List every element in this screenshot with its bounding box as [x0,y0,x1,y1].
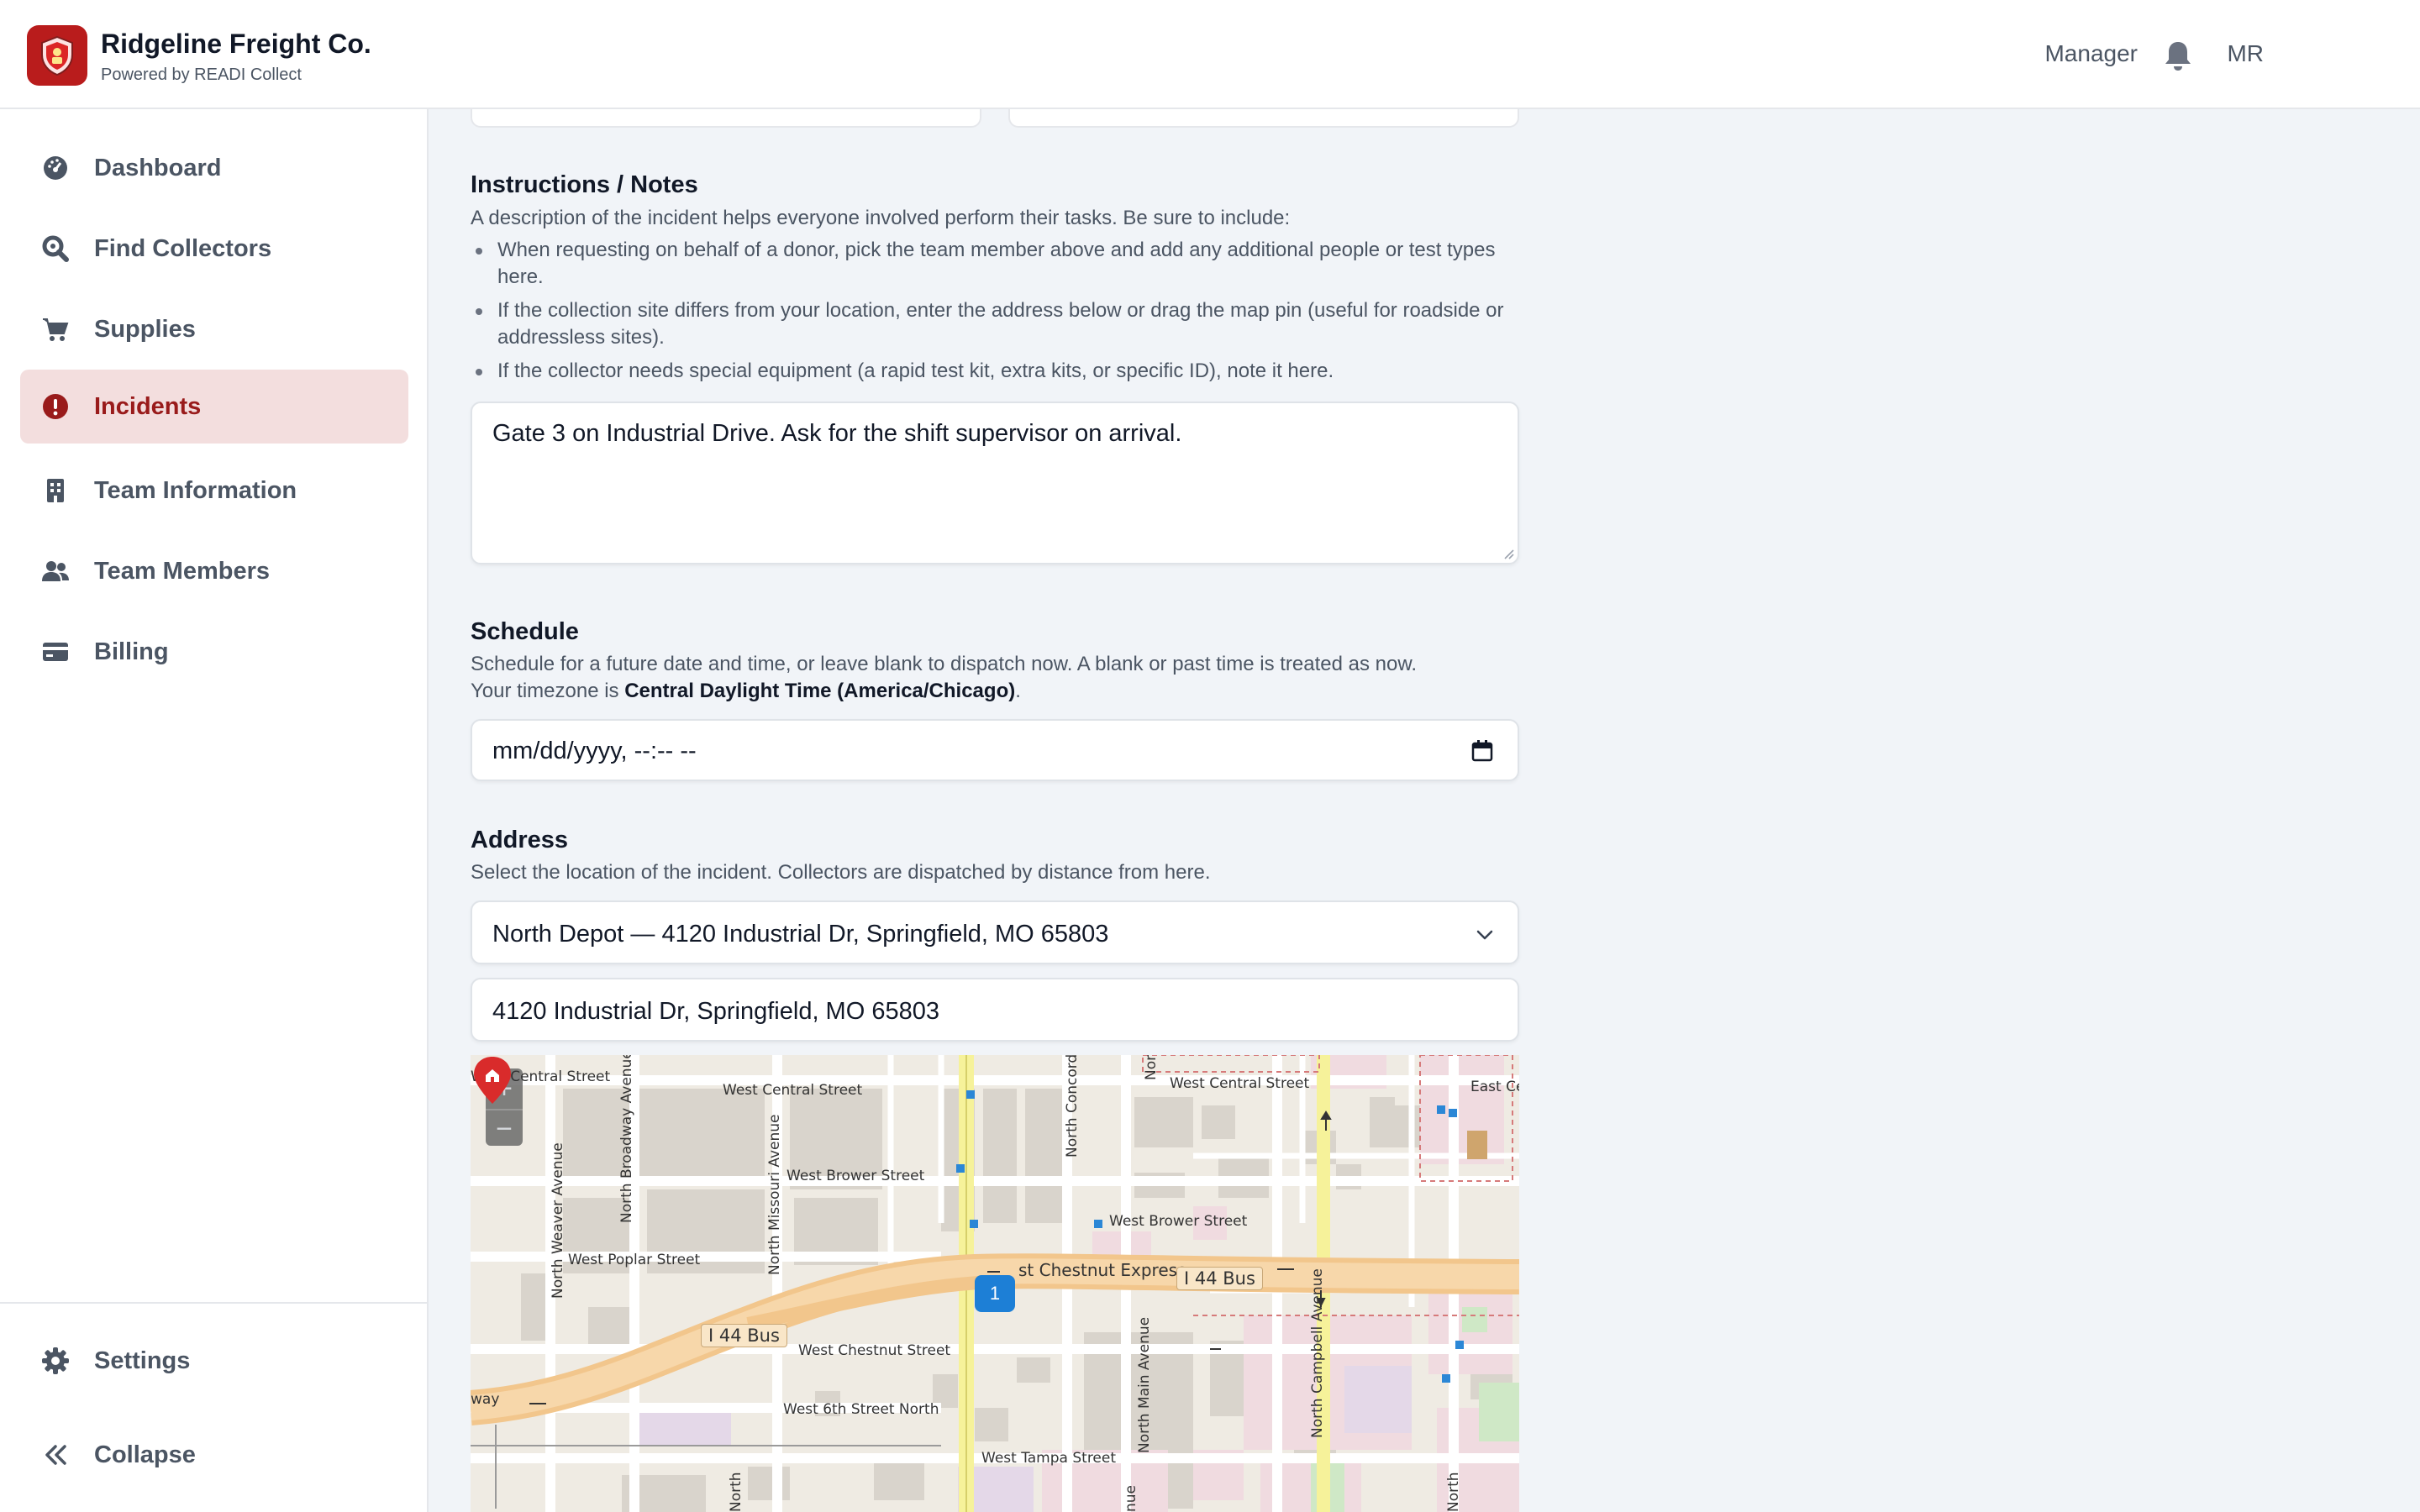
timezone-value: Central Daylight Time (America/Chicago) [624,680,1016,702]
bell-icon[interactable] [2163,39,2193,72]
street-label: Nor [1143,1055,1160,1080]
sidebar-item-label: Billing [94,638,169,665]
street-label: West Central Street [723,1082,863,1099]
sidebar-item-label: Dashboard [94,154,222,181]
zoom-out-button[interactable]: − [486,1109,523,1146]
marker-cluster-badge[interactable]: 1 [975,1275,1015,1312]
calendar-icon[interactable] [1470,739,1494,763]
notes-textarea[interactable]: Gate 3 on Industrial Drive. Ask for the … [471,402,1519,564]
street-label: North Missouri Avenue [766,1114,783,1275]
app-title: Ridgeline Freight Co. [101,29,371,59]
building-icon [47,479,64,502]
street-label: North Broadway Avenue [618,1055,635,1223]
schedule-datetime-input[interactable]: mm/dd/yyyy, --:-- -- [471,719,1519,781]
sidebar-item-billing[interactable]: Billing [20,615,408,689]
notes-value: Gate 3 on Industrial Drive. Ask for the … [492,420,1182,447]
street-label: nue [1123,1484,1139,1512]
address-selected-value: North Depot — 4120 Industrial Dr, Spring… [492,921,1109,948]
collapse-sidebar-button[interactable]: Collapse [20,1418,408,1492]
collapse-label: Collapse [94,1441,196,1468]
sidebar-item-settings[interactable]: Settings [20,1324,408,1398]
resize-handle-icon[interactable] [1501,546,1514,559]
shield-logo-icon [41,35,73,76]
list-item: If the collection site differs from your… [471,297,1512,351]
sidebar-divider [0,1302,427,1304]
street-label: st Chestnut Expressw [1018,1260,1200,1280]
street-label: West Tampa Street [981,1450,1117,1467]
address-title: Address [471,827,569,853]
sidebar-item-supplies[interactable]: Supplies [20,292,408,366]
street-label: way [471,1391,500,1408]
street-label: West Poplar Street [568,1252,701,1268]
app-header: Ridgeline Freight Co. Powered by READI C… [0,0,2420,109]
street-label: North Weaver Avenue [550,1142,566,1299]
sidebar-item-label: Team Information [94,476,297,504]
settings-label: Settings [94,1347,191,1374]
street-label: West Brower Street [1109,1213,1248,1230]
street-label: North [728,1472,744,1512]
cart-icon [43,318,69,341]
brand-logo[interactable] [27,25,87,86]
sidebar-item-team-members[interactable]: Team Members [20,534,408,608]
sidebar-item-label: Supplies [94,315,196,343]
timezone-prefix: Your timezone is [471,680,619,702]
address-select[interactable]: North Depot — 4120 Industrial Dr, Spring… [471,900,1519,964]
list-item: When requesting on behalf of a donor, pi… [471,237,1512,291]
sidebar-item-incidents[interactable]: Incidents [20,370,408,444]
user-avatar[interactable]: MR [2227,40,2264,67]
street-label: North [1445,1472,1462,1512]
address-value: 4120 Industrial Dr, Springfield, MO 6580… [492,998,939,1025]
search-icon [42,235,69,262]
address-input[interactable]: 4120 Industrial Dr, Springfield, MO 6580… [471,978,1519,1042]
street-label: North Main Avenue [1136,1316,1153,1453]
sidebar-item-label: Incidents [94,392,202,420]
sidebar: Dashboard Find Collectors Supplies Incid… [0,109,429,1512]
app-subtitle: Powered by READI Collect [101,66,302,84]
credit-card-icon [43,643,68,661]
map-pin-icon[interactable] [471,1055,514,1105]
chevron-down-icon [1476,930,1493,940]
timezone-suffix: . [1015,680,1021,702]
list-item: If the collector needs special equipment… [471,358,1512,385]
dashboard-icon [44,156,67,180]
sidebar-item-find-collectors[interactable]: Find Collectors [20,212,408,286]
highway-shield: I 44 Bus [701,1324,787,1347]
street-label: West Central Street [1170,1075,1310,1092]
sidebar-item-team-information[interactable]: Team Information [20,454,408,528]
street-label: West 6th Street North [783,1401,939,1418]
sidebar-item-label: Team Members [94,557,270,585]
sidebar-item-dashboard[interactable]: Dashboard [20,131,408,205]
double-chevron-left-icon [45,1445,66,1465]
street-label: East Ce [1470,1079,1519,1095]
notes-guidelines: When requesting on behalf of a donor, pi… [471,237,1512,391]
gear-icon [42,1347,69,1374]
alert-icon [43,394,68,419]
notes-description: A description of the incident helps ever… [471,207,1291,229]
street-label: North Campbell Avenue [1309,1268,1326,1438]
notes-title: Instructions / Notes [471,171,698,198]
timezone-note: Your timezone is Central Daylight Time (… [471,678,1021,705]
highway-shield: I 44 Bus [1176,1267,1263,1290]
incident-map[interactable]: + − West Central Street West Central Str… [471,1055,1519,1512]
schedule-title: Schedule [471,618,579,645]
schedule-description: Schedule for a future date and time, or … [471,653,1418,675]
street-label: North Concord [1064,1055,1081,1158]
datetime-placeholder: mm/dd/yyyy, --:-- -- [492,738,697,764]
users-icon [42,561,69,581]
sidebar-item-label: Find Collectors [94,234,272,262]
role-switcher[interactable]: Manager [2044,40,2138,67]
street-label: West Brower Street [786,1168,925,1184]
street-label: West Chestnut Street [798,1342,951,1359]
address-description: Select the location of the incident. Col… [471,861,1211,884]
